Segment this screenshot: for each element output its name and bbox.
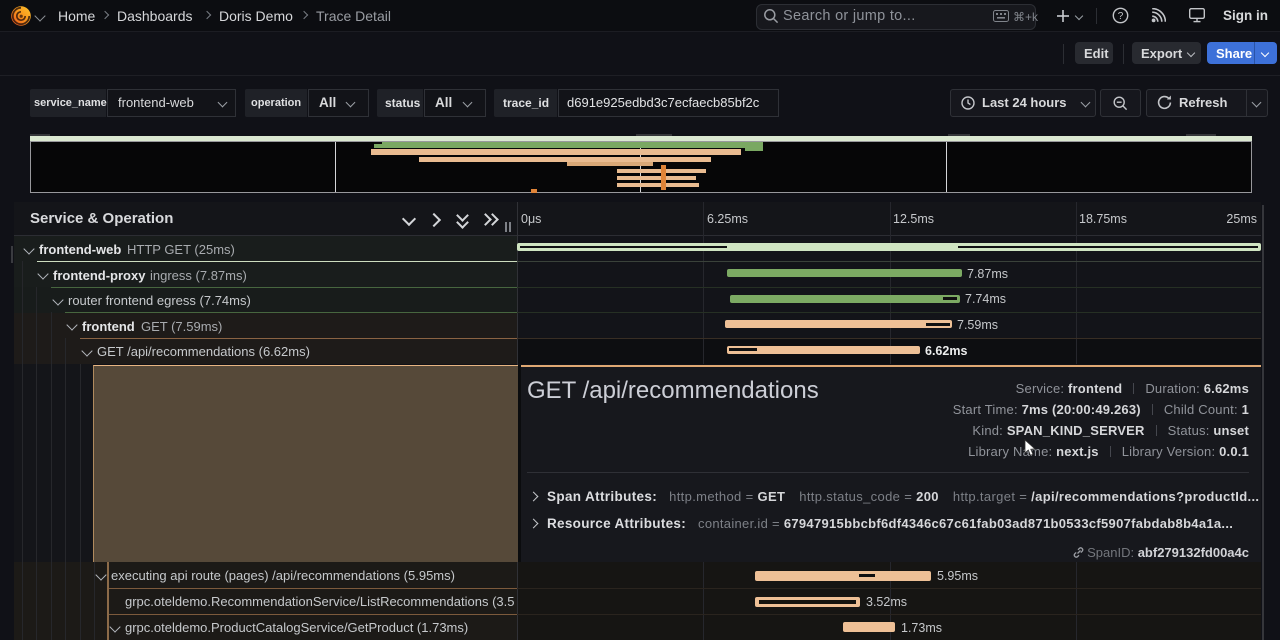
svg-text:?: ? (1118, 11, 1124, 22)
